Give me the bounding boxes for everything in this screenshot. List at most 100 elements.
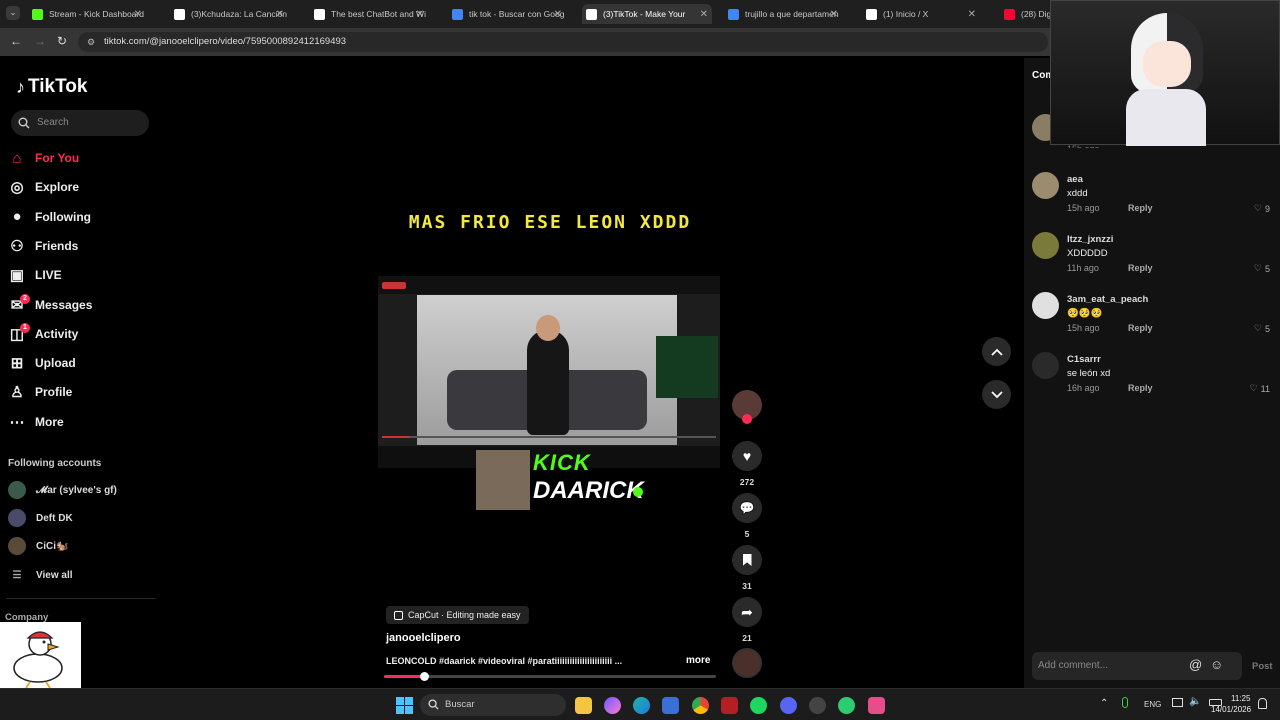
browser-tab[interactable]: (1) Inicio / X ✕: [862, 4, 980, 24]
file-explorer-icon[interactable]: [575, 697, 592, 714]
emoji-icon[interactable]: ☺: [1210, 657, 1223, 672]
music-disc-button[interactable]: [732, 648, 762, 678]
comment-like-button[interactable]: ♡ 11: [1250, 383, 1270, 394]
comment-username[interactable]: C1sarrr: [1067, 354, 1101, 365]
close-tab-icon[interactable]: ✕: [134, 9, 142, 20]
video-progress-bar[interactable]: [384, 672, 716, 681]
clock-time[interactable]: 11:25: [1231, 694, 1250, 703]
clock-date[interactable]: 14/01/2026: [1211, 705, 1251, 714]
comment-reply-button[interactable]: Reply: [1128, 383, 1153, 393]
comment-reply-button[interactable]: Reply: [1128, 203, 1153, 213]
close-tab-icon[interactable]: ✕: [554, 9, 562, 20]
comment-button[interactable]: 💬 5: [732, 493, 762, 539]
following-account[interactable]: Deft DK: [8, 507, 73, 529]
capcut-pill[interactable]: CapCut · Editing made easy: [386, 606, 529, 624]
comment-like-button[interactable]: ♡ 9: [1254, 203, 1270, 214]
like-button[interactable]: ♥ 272: [732, 441, 762, 487]
reload-icon[interactable]: ↻: [57, 34, 67, 48]
close-tab-icon[interactable]: ✕: [968, 9, 976, 20]
post-button[interactable]: Post: [1252, 661, 1273, 672]
comment-like-button[interactable]: ♡ 5: [1254, 263, 1270, 274]
tiktok-logo[interactable]: ♪ TikTok: [16, 76, 87, 98]
copilot-icon[interactable]: [604, 697, 621, 714]
comment-avatar[interactable]: [1032, 352, 1059, 379]
sidebar-item-following[interactable]: ● Following: [8, 205, 91, 229]
comment-reply-button[interactable]: Reply: [1128, 263, 1153, 273]
site-info-icon[interactable]: ⚙: [87, 32, 95, 52]
mention-icon[interactable]: @: [1189, 657, 1202, 672]
comments-panel: Com 15h ago aeaxddd15h agoReply♡9Itzz_jx…: [1024, 58, 1280, 688]
notifications-icon[interactable]: [1258, 698, 1267, 709]
spotify-icon[interactable]: [750, 697, 767, 714]
sidebar-item-explore[interactable]: ◎ Explore: [8, 175, 79, 199]
sidebar-item-profile[interactable]: ♙ Profile: [8, 380, 72, 404]
url-field[interactable]: ⚙ tiktok.com/@janooelclipero/video/75950…: [78, 32, 1048, 52]
forward-icon[interactable]: →: [34, 34, 46, 48]
browser-tab[interactable]: (28) Digi: [1000, 4, 1050, 24]
sidebar-item-friends[interactable]: ⚇ Friends: [8, 234, 78, 258]
next-video-button[interactable]: [982, 380, 1011, 409]
following-account[interactable]: CiCi🐿️: [8, 535, 68, 557]
obs-icon[interactable]: [809, 697, 826, 714]
app-pink-icon[interactable]: [868, 697, 885, 714]
video-frame[interactable]: [378, 276, 720, 468]
comment-avatar[interactable]: [1032, 292, 1059, 319]
view-all-link[interactable]: ☰ View all: [8, 564, 73, 586]
sidebar-item-activity[interactable]: ◫ 1 Activity: [8, 322, 78, 346]
compass-icon: ◎: [10, 179, 24, 197]
close-tab-icon[interactable]: ✕: [276, 9, 284, 20]
tray-chevron-icon[interactable]: ⌃: [1100, 698, 1108, 709]
following-account[interactable]: 𝓜ar (sylvee's gf): [8, 479, 117, 501]
more-link[interactable]: more: [686, 655, 710, 666]
save-count: 31: [742, 581, 752, 591]
close-tab-icon[interactable]: ✕: [830, 9, 838, 20]
taskbar-search[interactable]: Buscar: [420, 694, 566, 716]
comment-username[interactable]: Itzz_jxnzzi: [1067, 234, 1113, 245]
language-indicator[interactable]: ENG: [1144, 700, 1161, 709]
sidebar-item-upload[interactable]: ⊞ Upload: [8, 351, 76, 375]
sidebar-item-messages[interactable]: ✉ 2 Messages: [8, 293, 92, 317]
app-green-icon[interactable]: [838, 697, 855, 714]
search-box[interactable]: Search: [11, 110, 149, 136]
app-red-icon[interactable]: [721, 697, 738, 714]
sidebar-item-for-you[interactable]: ⌂ For You: [8, 146, 79, 170]
video-author[interactable]: janooelclipero: [386, 632, 461, 644]
browser-tab[interactable]: (3)Kchudaza: La Canción ✕: [170, 4, 288, 24]
close-tab-icon[interactable]: ✕: [416, 9, 424, 20]
browser-tab[interactable]: trujillo a que departamen ✕: [724, 4, 842, 24]
tab-list-dropdown[interactable]: ⌄: [6, 6, 20, 20]
previous-video-button[interactable]: [982, 337, 1011, 366]
comment-avatar[interactable]: [1032, 172, 1059, 199]
edge-icon[interactable]: [633, 697, 650, 714]
close-tab-icon[interactable]: ✕: [700, 9, 708, 20]
store-icon[interactable]: [662, 697, 679, 714]
comment-reply-button[interactable]: Reply: [1128, 323, 1153, 333]
back-icon[interactable]: ←: [10, 34, 22, 48]
volume-icon[interactable]: 🔈: [1189, 696, 1201, 707]
comment-avatar[interactable]: [1032, 232, 1059, 259]
sidebar-item-more[interactable]: ⋯ More: [8, 410, 64, 434]
browser-tab[interactable]: tik tok - Buscar con Goog ✕: [448, 4, 566, 24]
chrome-icon[interactable]: [692, 697, 709, 714]
creator-avatar-button[interactable]: [732, 390, 762, 424]
comment-like-button[interactable]: ♡ 5: [1254, 323, 1270, 334]
browser-tab[interactable]: The best ChatBot and Wi ✕: [310, 4, 428, 24]
sidebar-item-live[interactable]: ▣ LIVE: [8, 263, 62, 287]
network-icon[interactable]: [1172, 698, 1183, 707]
add-comment-box[interactable]: Add comment... @ ☺: [1032, 652, 1242, 680]
comment-username[interactable]: 3am_eat_a_peach: [1067, 294, 1148, 305]
start-button[interactable]: [396, 697, 413, 714]
vtuber-face: [1143, 41, 1191, 87]
browser-tab[interactable]: Stream - Kick Dashboard ✕: [28, 4, 146, 24]
follow-plus-icon[interactable]: [742, 414, 752, 424]
comment-item: aea xddd 15h ago Reply ♡ 9: [1032, 172, 1272, 228]
microphone-icon[interactable]: [1122, 697, 1128, 708]
save-button[interactable]: 31: [732, 545, 762, 591]
comment-like-count: 9: [1264, 203, 1270, 214]
add-comment-placeholder: Add comment...: [1038, 660, 1109, 671]
discord-icon[interactable]: [780, 697, 797, 714]
share-button[interactable]: ➦ 21: [732, 597, 762, 643]
comment-username[interactable]: aea: [1067, 174, 1083, 185]
browser-tab[interactable]: (3)TikTok - Make Your ✕: [582, 4, 712, 24]
video-progress-knob[interactable]: [419, 672, 429, 681]
